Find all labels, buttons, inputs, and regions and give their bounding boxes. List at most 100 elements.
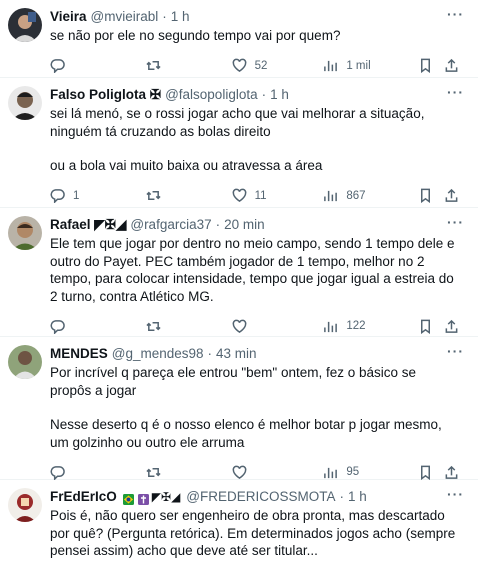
tweet-paragraph: sei lá menó, se o rossi jogar acho que v… bbox=[50, 106, 425, 139]
tweet-paragraph: se não por ele no segundo tempo vai por … bbox=[50, 28, 341, 43]
more-options-icon[interactable]: ··· bbox=[447, 214, 464, 230]
tweet-paragraph: Por incrível q pareça ele entrou "bem" o… bbox=[50, 365, 417, 398]
user-name[interactable]: FrEdErIcO bbox=[50, 488, 117, 506]
views-icon bbox=[324, 190, 338, 202]
more-options-icon[interactable]: ··· bbox=[447, 486, 464, 502]
heart-icon bbox=[232, 319, 246, 333]
views-button[interactable]: 867 bbox=[323, 188, 418, 203]
user-name[interactable]: Rafael ◤✠◢ bbox=[50, 216, 126, 234]
share-icon bbox=[445, 319, 458, 333]
retweet-icon bbox=[146, 61, 161, 70]
heart-icon bbox=[232, 58, 246, 73]
user-handle[interactable]: @g_mendes98 bbox=[112, 345, 204, 363]
reply-button[interactable] bbox=[50, 319, 146, 334]
avatar[interactable] bbox=[8, 86, 42, 120]
tweet-header: Falso Poliglota ✠ @falsopoliglota · 1 h bbox=[50, 86, 464, 104]
tweet-header: Rafael ◤✠◢ @rafgarcia37 · 20 min bbox=[50, 216, 464, 234]
share-icon bbox=[445, 465, 458, 479]
avatar[interactable] bbox=[8, 216, 42, 250]
retweet-button[interactable] bbox=[146, 58, 232, 73]
user-handle[interactable]: @FREDERICOSSMOTA bbox=[186, 488, 335, 506]
separator-dot: · bbox=[339, 489, 345, 504]
retweet-button[interactable] bbox=[146, 319, 232, 334]
avatar[interactable] bbox=[8, 8, 42, 42]
like-button[interactable]: 11 bbox=[232, 188, 324, 203]
reply-count: 1 bbox=[73, 189, 80, 202]
avatar[interactable] bbox=[8, 488, 42, 522]
tweet-header: Vieira @mvieirabl · 1 h bbox=[50, 8, 464, 26]
tweet-text: Ele tem que jogar por dentro no meio cam… bbox=[50, 235, 464, 305]
like-button[interactable] bbox=[232, 319, 324, 334]
heart-icon bbox=[232, 188, 246, 203]
timestamp[interactable]: 1 h bbox=[171, 8, 190, 26]
share-button[interactable] bbox=[444, 319, 464, 334]
tweet-header: MENDES @g_mendes98 · 43 min bbox=[50, 345, 464, 363]
heart-icon bbox=[232, 465, 246, 479]
reply-button[interactable] bbox=[50, 465, 146, 480]
views-button[interactable]: 122 bbox=[323, 319, 418, 334]
tweet-text: sei lá menó, se o rossi jogar acho que v… bbox=[50, 105, 464, 175]
retweet-button[interactable] bbox=[146, 188, 232, 203]
more-options-icon[interactable]: ··· bbox=[447, 84, 464, 100]
tweet[interactable]: FrEdErIcO ◤✠◢ @FREDERICOSSMOTA · 1 h ···… bbox=[0, 480, 478, 565]
reply-button[interactable]: 1 bbox=[50, 188, 146, 203]
views-icon bbox=[324, 60, 338, 72]
like-button[interactable]: 52 bbox=[232, 58, 324, 73]
user-handle[interactable]: @falsopoliglota bbox=[165, 86, 258, 104]
views-count: 122 bbox=[346, 320, 366, 332]
separator-dot: · bbox=[261, 87, 267, 102]
tweet[interactable]: Rafael ◤✠◢ @rafgarcia37 · 20 min ··· Ele… bbox=[0, 208, 478, 337]
share-button[interactable] bbox=[444, 188, 464, 203]
retweet-icon bbox=[146, 467, 161, 477]
tweet-text: Por incrível q pareça ele entrou "bem" o… bbox=[50, 364, 464, 451]
share-icon bbox=[445, 188, 458, 202]
reply-icon bbox=[50, 319, 65, 334]
share-button[interactable] bbox=[444, 58, 464, 73]
timeline-feed: Vieira @mvieirabl · 1 h ··· se não por e… bbox=[0, 0, 478, 565]
views-button[interactable]: 1 mil bbox=[323, 58, 418, 73]
cross-icon bbox=[137, 492, 149, 505]
user-name[interactable]: Vieira bbox=[50, 8, 87, 26]
retweet-button[interactable] bbox=[146, 465, 232, 480]
tweet[interactable]: MENDES @g_mendes98 · 43 min ··· Por incr… bbox=[0, 337, 478, 480]
bookmark-icon bbox=[421, 188, 431, 203]
bookmark-button[interactable] bbox=[418, 465, 444, 480]
more-options-icon[interactable]: ··· bbox=[447, 6, 464, 22]
views-count: 1 mil bbox=[346, 59, 371, 72]
tweet-text: Pois é, não quero ser engenheiro de obra… bbox=[50, 507, 464, 560]
timestamp[interactable]: 1 h bbox=[270, 86, 289, 104]
like-count: 52 bbox=[254, 59, 268, 72]
more-options-icon[interactable]: ··· bbox=[447, 343, 464, 359]
bookmark-icon bbox=[421, 319, 431, 334]
bookmark-button[interactable] bbox=[418, 188, 444, 203]
user-handle[interactable]: @rafgarcia37 bbox=[130, 216, 211, 234]
views-button[interactable]: 95 bbox=[323, 465, 418, 480]
reply-icon bbox=[50, 59, 65, 73]
timestamp[interactable]: 20 min bbox=[224, 216, 265, 234]
tweet[interactable]: Vieira @mvieirabl · 1 h ··· se não por e… bbox=[0, 0, 478, 78]
avatar[interactable] bbox=[8, 345, 42, 379]
user-name[interactable]: MENDES bbox=[50, 345, 108, 363]
reply-icon bbox=[50, 189, 65, 203]
like-button[interactable] bbox=[232, 465, 324, 480]
user-handle[interactable]: @mvieirabl bbox=[91, 8, 159, 26]
bookmark-button[interactable] bbox=[418, 58, 444, 73]
user-name[interactable]: Falso Poliglota ✠ bbox=[50, 86, 161, 104]
like-count: 11 bbox=[254, 189, 267, 202]
separator-dot: · bbox=[162, 9, 167, 24]
separator-dot: · bbox=[215, 217, 221, 232]
tweet-text: se não por ele no segundo tempo vai por … bbox=[50, 27, 464, 45]
views-count: 867 bbox=[346, 189, 366, 202]
tweet-paragraph: Nesse deserto q é o nosso elenco é melho… bbox=[50, 417, 442, 450]
share-button[interactable] bbox=[444, 465, 464, 480]
reply-button[interactable] bbox=[50, 58, 146, 73]
views-icon bbox=[324, 321, 338, 332]
retweet-icon bbox=[146, 191, 161, 200]
tweet-paragraph: Pois é, não quero ser engenheiro de obra… bbox=[50, 508, 456, 558]
tweet[interactable]: Falso Poliglota ✠ @falsopoliglota · 1 h … bbox=[0, 78, 478, 208]
bookmark-button[interactable] bbox=[418, 319, 444, 334]
timestamp[interactable]: 43 min bbox=[216, 345, 257, 363]
reply-icon bbox=[50, 465, 65, 480]
timestamp[interactable]: 1 h bbox=[348, 488, 367, 506]
views-count: 95 bbox=[346, 466, 360, 478]
